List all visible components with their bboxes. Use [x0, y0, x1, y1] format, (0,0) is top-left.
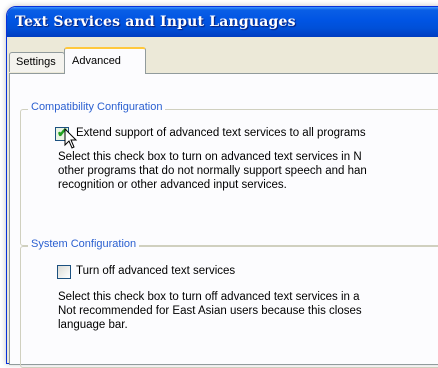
description-line: Select this check box to turn off advanc…	[58, 291, 360, 303]
compatibility-description: Select this check box to turn on advance…	[58, 150, 367, 192]
system-legend: System Configuration	[28, 238, 140, 250]
title-bar[interactable]: Text Services and Input Languages	[7, 7, 438, 37]
system-description: Select this check box to turn off advanc…	[58, 290, 362, 332]
tab-settings[interactable]: Settings	[9, 52, 65, 72]
description-line: recognition or other advanced input serv…	[58, 179, 287, 191]
description-line: language bar.	[58, 319, 128, 331]
description-line: Select this check box to turn on advance…	[58, 151, 362, 163]
description-line: other programs that do not normally supp…	[58, 165, 367, 177]
mouse-cursor-icon	[64, 128, 78, 149]
description-line: Not recommended for East Asian users bec…	[58, 305, 362, 317]
turn-off-services-label[interactable]: Turn off advanced text services	[76, 265, 235, 277]
turn-off-services-checkbox[interactable]	[57, 265, 71, 279]
tab-strip: Settings Advanced	[9, 47, 438, 74]
tab-advanced[interactable]: Advanced	[64, 47, 146, 74]
compatibility-legend: Compatibility Configuration	[28, 101, 166, 113]
extend-support-label[interactable]: Extend support of advanced text services…	[76, 127, 366, 139]
window-title: Text Services and Input Languages	[15, 14, 296, 30]
